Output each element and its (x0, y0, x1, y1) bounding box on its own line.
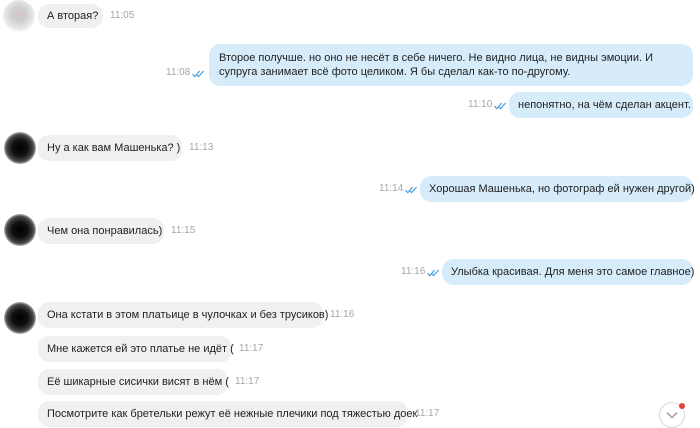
outgoing-message[interactable]: непонятно, на чём сделан акцент. (509, 92, 693, 118)
message-time: 11:17 (235, 376, 260, 387)
double-check-icon (192, 70, 205, 78)
message-text: А вторая? (47, 10, 99, 22)
double-check-icon (405, 186, 418, 194)
outgoing-message[interactable]: Второе получше. но оно не несёт в себе н… (209, 44, 693, 86)
outgoing-message[interactable]: Улыбка красивая. Для меня это самое глав… (442, 259, 695, 285)
message-time: 11:16 (330, 309, 355, 320)
message-time: 11:17 (239, 343, 264, 354)
message-text: Её шикарные сисички висят в нём ( (47, 376, 229, 388)
double-check-icon (494, 102, 507, 110)
double-check-icon (427, 269, 440, 277)
message-time: 11:13 (189, 142, 214, 153)
message-text: Второе получше. но оно не несёт в себе н… (219, 52, 653, 78)
message-text: Посмотрите как бретельки режут её нежные… (47, 408, 418, 420)
message-time: 11:14 (379, 183, 404, 194)
contact-avatar[interactable] (3, 0, 35, 32)
message-text: непонятно, на чём сделан акцент. (518, 99, 691, 111)
unread-indicator (679, 403, 685, 409)
contact-avatar[interactable] (4, 302, 36, 334)
contact-avatar[interactable] (4, 132, 36, 164)
outgoing-message[interactable]: Хорошая Машенька, но фотограф ей нужен д… (420, 176, 695, 202)
message-time: 11:16 (401, 266, 426, 277)
chevron-down-icon (666, 412, 678, 419)
message-text: Хорошая Машенька, но фотограф ей нужен д… (429, 183, 695, 195)
incoming-message[interactable]: А вторая? (38, 4, 103, 28)
incoming-message[interactable]: Она кстати в этом платьице в чулочках и … (38, 302, 328, 328)
incoming-message[interactable]: Мне кажется ей это платье не идёт ( (38, 336, 234, 362)
contact-avatar[interactable] (4, 214, 36, 246)
message-text: Ну а как вам Машенька? ) (47, 142, 181, 154)
message-time: 11:10 (468, 99, 493, 110)
message-time: 11:17 (415, 408, 440, 419)
message-text: Улыбка красивая. Для меня это самое глав… (451, 266, 695, 278)
incoming-message[interactable]: Посмотрите как бретельки режут её нежные… (38, 401, 417, 427)
incoming-message[interactable]: Ну а как вам Машенька? ) (38, 135, 182, 161)
message-time: 11:15 (171, 225, 196, 236)
message-text: Мне кажется ей это платье не идёт ( (47, 343, 234, 355)
message-time: 11:05 (110, 10, 135, 21)
incoming-message[interactable]: Чем она понравилась) (38, 218, 164, 244)
message-text: Она кстати в этом платьице в чулочках и … (47, 309, 329, 321)
incoming-message[interactable]: Её шикарные сисички висят в нём ( (38, 369, 229, 395)
message-time: 11:08 (166, 67, 191, 78)
message-text: Чем она понравилась) (47, 225, 163, 237)
